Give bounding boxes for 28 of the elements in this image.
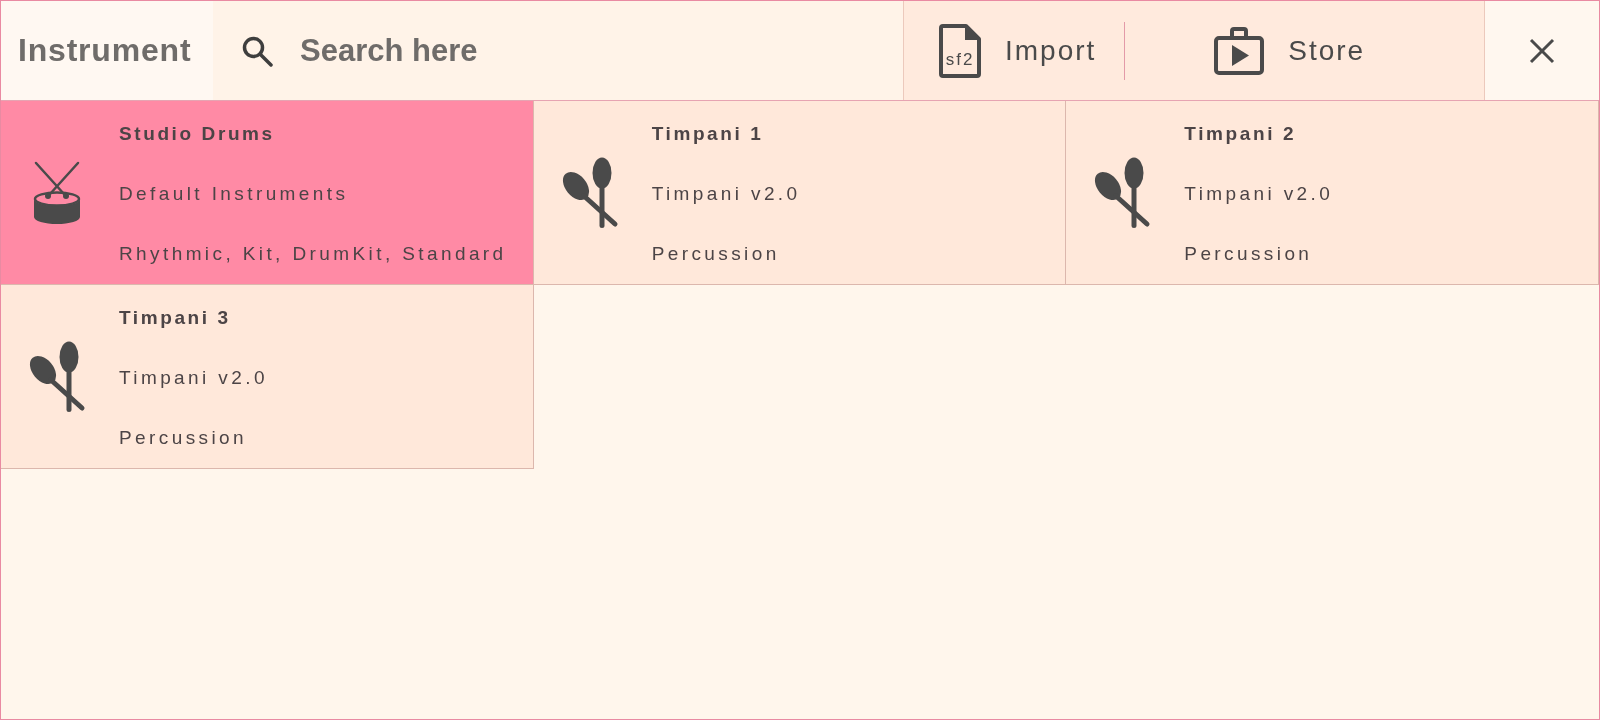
instrument-name: Timpani 1: [651, 122, 765, 146]
maracas-icon: [1093, 155, 1152, 230]
instrument-card[interactable]: Timpani 2 Timpani v2.0 Percussion: [1066, 101, 1599, 285]
store-button[interactable]: Store: [1125, 1, 1484, 100]
instrument-bank: Timpani v2.0: [651, 182, 801, 206]
maracas-icon: [560, 155, 619, 230]
instrument-tags: Rhythmic, Kit, DrumKit, Standard: [119, 242, 507, 266]
instrument-card[interactable]: Studio Drums Default Instruments Rhythmic, Kit, DrumKit, Standard: [1, 101, 534, 285]
instrument-tags: Percussion: [651, 242, 801, 266]
sf2-file-icon: sf2: [939, 23, 981, 78]
briefcase-play-icon: [1214, 26, 1265, 75]
drum-icon: [31, 160, 83, 225]
search-icon: [241, 34, 273, 67]
instrument-tags: Percussion: [119, 426, 268, 450]
instrument-name: Studio Drums: [119, 122, 276, 146]
instrument-card[interactable]: Timpani 3 Timpani v2.0 Percussion: [1, 285, 534, 469]
instrument-bank: Default Instruments: [119, 182, 350, 206]
instrument-name: Timpani 3: [119, 306, 232, 330]
maracas-icon: [28, 339, 86, 414]
instrument-card[interactable]: Timpani 1 Timpani v2.0 Percussion: [533, 101, 1067, 285]
close-icon: [1529, 37, 1555, 64]
instrument-bank: Timpani v2.0: [1184, 182, 1334, 206]
page-title: Instrument: [18, 32, 192, 69]
import-button[interactable]: sf2 Import: [904, 1, 1125, 100]
instrument-bank: Timpani v2.0: [119, 366, 268, 390]
instrument-name: Timpani 2: [1184, 122, 1298, 146]
instrument-tags: Percussion: [1184, 242, 1334, 266]
search-field[interactable]: Search here: [300, 32, 600, 69]
